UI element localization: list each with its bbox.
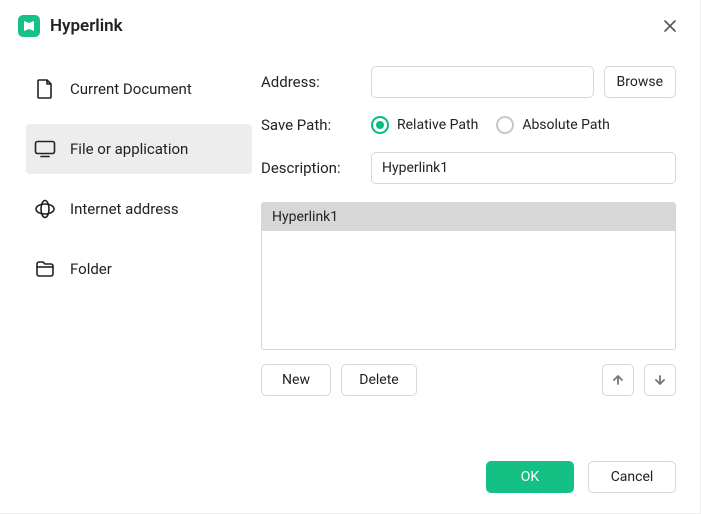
absolute-path-radio[interactable]: Absolute Path bbox=[496, 116, 609, 134]
move-up-button[interactable] bbox=[602, 364, 634, 396]
app-logo-icon bbox=[18, 15, 40, 37]
sidebar-item-label: Internet address bbox=[70, 200, 179, 218]
hyperlink-dialog: Hyperlink Current Document File or appli… bbox=[0, 0, 701, 514]
radio-dot-icon bbox=[496, 116, 514, 134]
sidebar-item-file-or-application[interactable]: File or application bbox=[26, 124, 252, 174]
delete-button[interactable]: Delete bbox=[341, 364, 417, 396]
sidebar-item-current-document[interactable]: Current Document bbox=[26, 64, 252, 114]
cancel-button[interactable]: Cancel bbox=[588, 461, 676, 493]
hyperlink-list[interactable]: Hyperlink1 bbox=[261, 202, 676, 350]
sidebar-item-label: Current Document bbox=[70, 80, 192, 98]
sidebar-item-label: Folder bbox=[70, 260, 112, 278]
arrow-down-icon bbox=[653, 373, 667, 387]
address-input[interactable] bbox=[371, 66, 594, 98]
folder-icon bbox=[34, 258, 56, 280]
sidebar: Current Document File or application Int… bbox=[0, 52, 252, 513]
absolute-path-label: Absolute Path bbox=[522, 117, 609, 133]
sidebar-item-internet-address[interactable]: Internet address bbox=[26, 184, 252, 234]
move-down-button[interactable] bbox=[644, 364, 676, 396]
description-input[interactable] bbox=[371, 152, 676, 184]
dialog-header: Hyperlink bbox=[0, 0, 700, 52]
browse-button[interactable]: Browse bbox=[604, 66, 676, 98]
radio-dot-icon bbox=[371, 116, 389, 134]
description-label: Description: bbox=[261, 159, 361, 177]
savepath-label: Save Path: bbox=[261, 116, 361, 134]
arrow-up-icon bbox=[611, 373, 625, 387]
relative-path-label: Relative Path bbox=[397, 117, 478, 133]
sidebar-item-folder[interactable]: Folder bbox=[26, 244, 252, 294]
dialog-title: Hyperlink bbox=[50, 16, 123, 36]
content-panel: Address: Browse Save Path: Relative Path… bbox=[252, 52, 700, 513]
sidebar-item-label: File or application bbox=[70, 140, 188, 158]
ok-button[interactable]: OK bbox=[486, 461, 574, 493]
monitor-icon bbox=[34, 138, 56, 160]
close-button[interactable] bbox=[658, 14, 682, 38]
relative-path-radio[interactable]: Relative Path bbox=[371, 116, 478, 134]
savepath-radio-group: Relative Path Absolute Path bbox=[371, 116, 610, 134]
document-icon bbox=[34, 78, 56, 100]
address-label: Address: bbox=[261, 73, 361, 91]
new-button[interactable]: New bbox=[261, 364, 331, 396]
dialog-footer: OK Cancel bbox=[486, 461, 676, 493]
list-item[interactable]: Hyperlink1 bbox=[262, 203, 675, 231]
globe-icon bbox=[34, 198, 56, 220]
